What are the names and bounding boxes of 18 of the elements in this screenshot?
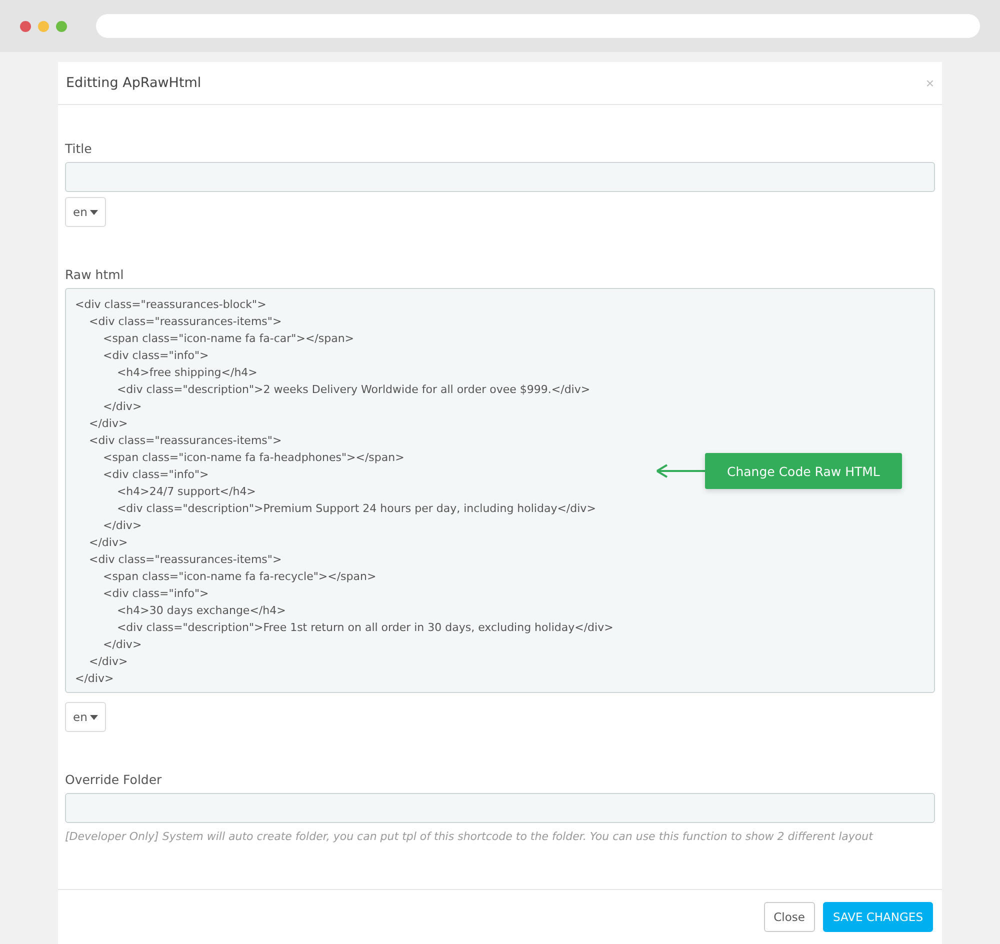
window-dot[interactable] bbox=[38, 20, 49, 32]
field-label: Override Folder bbox=[65, 772, 163, 787]
window-dot[interactable] bbox=[20, 20, 31, 32]
language-dropdown[interactable]: en bbox=[65, 197, 106, 227]
arrow-icon bbox=[655, 464, 705, 478]
close-button[interactable]: Close bbox=[764, 902, 815, 932]
caret-icon bbox=[90, 714, 98, 720]
caret-icon bbox=[90, 210, 98, 214]
address-bar[interactable] bbox=[96, 14, 980, 38]
help-text: [Developer Only] System will auto create folder, you can put tpl of this shortcode to the folder. You can use this function to show 2 different layout bbox=[65, 830, 874, 843]
input-field[interactable] bbox=[65, 793, 935, 823]
language-dropdown[interactable]: en bbox=[65, 702, 106, 732]
field-label: Title bbox=[65, 141, 93, 156]
window-dot[interactable] bbox=[56, 20, 67, 32]
field-label: Raw html bbox=[65, 267, 125, 282]
modal-title: Editting ApRawHtml bbox=[66, 75, 202, 91]
input-field[interactable] bbox=[65, 162, 935, 192]
callout-label: Change Code Raw HTML bbox=[705, 453, 902, 489]
